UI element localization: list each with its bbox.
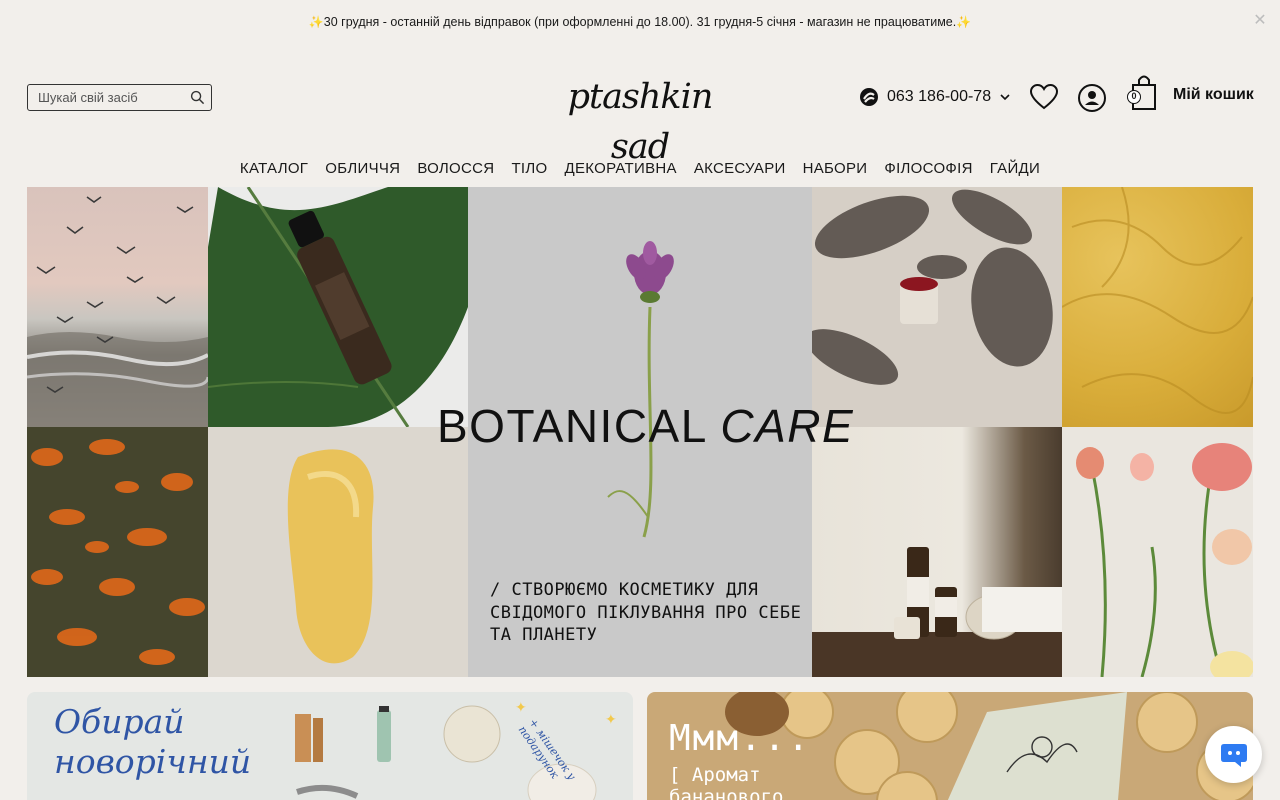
- hero-image-butter-texture: [1062, 187, 1253, 427]
- hero-image-seagulls: [27, 187, 208, 427]
- hero-banner[interactable]: BOTANICAL CARE / СТВОРЮЄМО КОСМЕТИКУ ДЛЯ…: [27, 187, 1253, 677]
- phone-dropdown[interactable]: 063 186-00-78: [859, 86, 1011, 108]
- promo-right-line2: бананового: [669, 786, 784, 800]
- svg-text:✦: ✦: [605, 712, 617, 728]
- chat-button[interactable]: [1205, 726, 1262, 783]
- search-input[interactable]: [38, 90, 190, 105]
- announcement-bar: ✨ 30 грудня - останній день відправок (п…: [0, 0, 1280, 44]
- hero-image-product-set: [812, 427, 1062, 677]
- hero-image-orange-flowers: [27, 427, 208, 677]
- nav-item-philosophy[interactable]: ФІЛОСОФІЯ: [884, 156, 972, 182]
- cart-label[interactable]: Мій кошик: [1173, 86, 1254, 104]
- promo-right-subtitle: [ Аромат бананового: [669, 764, 869, 800]
- promo-right-line1: [ Аромат: [669, 764, 761, 786]
- search-icon[interactable]: [190, 90, 205, 105]
- hero-title-main: BOTANICAL: [437, 400, 707, 452]
- hero-title: BOTANICAL CARE: [437, 399, 853, 453]
- search-box[interactable]: [27, 84, 212, 111]
- promo-right-title: Ммм...: [669, 718, 812, 759]
- announcement-text: 30 грудня - останній день відправок (при…: [323, 15, 957, 29]
- close-icon[interactable]: ✕: [1252, 13, 1268, 29]
- nav-item-face[interactable]: ОБЛИЧЧЯ: [325, 156, 400, 182]
- hero-subtitle: / СТВОРЮЄМО КОСМЕТИКУ ДЛЯ СВІДОМОГО ПІКЛ…: [490, 580, 802, 645]
- hero-image-jar-shadows: [812, 187, 1062, 427]
- heart-icon[interactable]: [1029, 83, 1059, 111]
- phone-brand-icon: [860, 88, 878, 106]
- nav-item-catalog[interactable]: КАТАЛОГ: [240, 156, 308, 182]
- site-logo[interactable]: ptashkin sad: [540, 72, 740, 167]
- phone-number[interactable]: 063 186-00-78: [887, 88, 991, 106]
- nav-item-decorative[interactable]: ДЕКОРАТИВНА: [564, 156, 676, 182]
- nav-item-body[interactable]: ТІЛО: [511, 156, 547, 182]
- chat-bubble-icon: [1220, 743, 1247, 767]
- nav-item-guides[interactable]: ГАЙДИ: [990, 156, 1040, 182]
- main-nav: КАТАЛОГ ОБЛИЧЧЯ ВОЛОССЯ ТІЛО ДЕКОРАТИВНА…: [0, 156, 1280, 182]
- hero-image-serum-leaf: [208, 187, 468, 427]
- hero-image-pink-flowers: [1062, 427, 1253, 677]
- nav-item-accessories[interactable]: АКСЕСУАРИ: [694, 156, 786, 182]
- promo-card-new-year-set[interactable]: Обирай новорічний ✦ ✦ + мішечок у подару…: [27, 692, 633, 800]
- promo-card-banana-aroma[interactable]: Ммм... [ Аромат бананового: [647, 692, 1253, 800]
- svg-text:✦: ✦: [515, 700, 527, 716]
- user-icon[interactable]: [1077, 83, 1107, 113]
- hero-image-cream-swatch: [208, 427, 468, 677]
- sparkle-icon: ✨: [308, 15, 324, 29]
- cart-count-badge: 0: [1127, 90, 1141, 104]
- nav-item-sets[interactable]: НАБОРИ: [803, 156, 868, 182]
- sparkle-icon: ✨: [956, 15, 972, 29]
- hero-title-italic: CARE: [720, 400, 855, 452]
- nav-item-hair[interactable]: ВОЛОССЯ: [417, 156, 494, 182]
- chevron-down-icon[interactable]: [999, 91, 1011, 103]
